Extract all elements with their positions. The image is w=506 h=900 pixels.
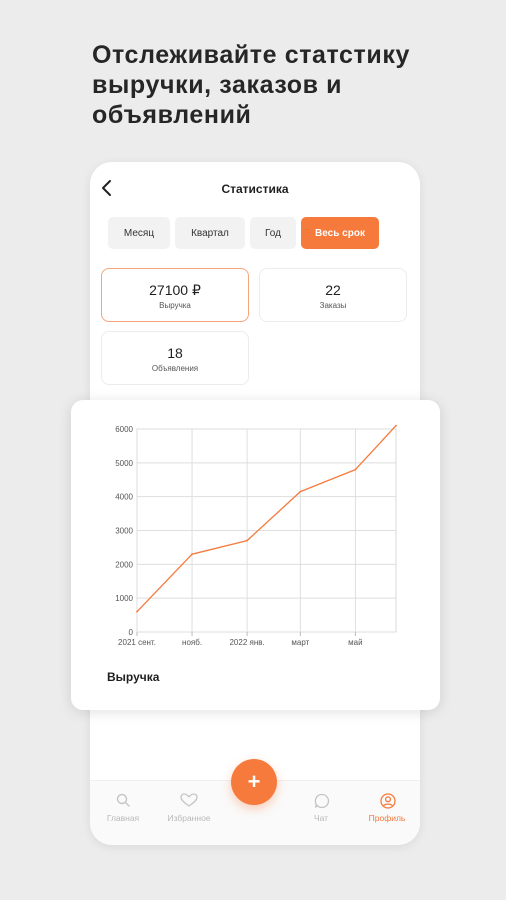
- y-tick-label: 5000: [115, 459, 133, 468]
- data-point: [136, 610, 138, 613]
- headline: Отслеживайте статстику выручки, заказов …: [92, 41, 410, 129]
- y-tick-label: 1000: [115, 594, 133, 603]
- x-tick-label: март: [291, 638, 309, 647]
- tab-quarter[interactable]: Квартал: [175, 217, 245, 249]
- tab-year[interactable]: Год: [250, 217, 296, 249]
- search-icon: [116, 793, 130, 807]
- nav-item-favorites[interactable]: Избранное: [156, 781, 222, 845]
- nav-label: Профиль: [368, 813, 406, 823]
- x-tick-label: 2021 сент.: [118, 638, 156, 647]
- stat-card-orders[interactable]: 22 Заказы: [259, 268, 407, 322]
- y-tick-label: 3000: [115, 527, 133, 536]
- stat-card-listings[interactable]: 18 Объявления: [101, 331, 249, 385]
- revenue-chart: 0 1000 2000 3000 4000 5000 6000 2021 сент. нояб.…: [115, 424, 397, 647]
- x-tick-label: нояб.: [182, 638, 202, 647]
- revenue-line: [136, 425, 397, 613]
- top-bar: Статистика: [90, 162, 420, 214]
- add-button[interactable]: +: [231, 759, 277, 805]
- x-tick-label: май: [348, 638, 362, 647]
- tab-all-time[interactable]: Весь срок: [301, 217, 379, 249]
- stat-value: 18: [167, 345, 183, 361]
- stat-label: Заказы: [319, 301, 347, 310]
- screen-title: Статистика: [221, 182, 289, 196]
- nav-label: Избранное: [167, 813, 211, 823]
- stat-card-revenue[interactable]: 27100 ₽ Выручка: [101, 268, 249, 322]
- y-tick-label: 0: [129, 628, 134, 637]
- stat-label: Объявления: [151, 364, 199, 373]
- chart-caption: Выручка: [107, 670, 160, 684]
- nav-item-profile[interactable]: Профиль: [354, 781, 420, 845]
- data-point: [299, 490, 302, 493]
- revenue-chart-card: 0 1000 2000 3000 4000 5000 6000 2021 сент. нояб.…: [71, 400, 440, 710]
- nav-item-chat[interactable]: Чат: [288, 781, 354, 845]
- nav-item-home[interactable]: Главная: [90, 781, 156, 845]
- x-tick-label: 2022 янв.: [229, 638, 264, 647]
- nav-label: Главная: [106, 813, 140, 823]
- data-point: [395, 424, 397, 427]
- y-tick-label: 6000: [115, 425, 133, 434]
- data-point: [246, 539, 248, 542]
- stat-value: 22: [325, 282, 341, 298]
- y-tick-label: 4000: [115, 493, 133, 502]
- data-point: [354, 468, 357, 471]
- heart-icon: [180, 793, 198, 807]
- chat-icon: [314, 793, 330, 809]
- data-point: [191, 553, 193, 556]
- stat-label: Выручка: [159, 301, 191, 310]
- tab-month[interactable]: Месяц: [108, 217, 170, 249]
- stat-value: 27100 ₽: [149, 282, 201, 298]
- profile-icon: [380, 793, 396, 809]
- y-tick-label: 2000: [115, 560, 133, 569]
- nav-label: Чат: [313, 813, 329, 823]
